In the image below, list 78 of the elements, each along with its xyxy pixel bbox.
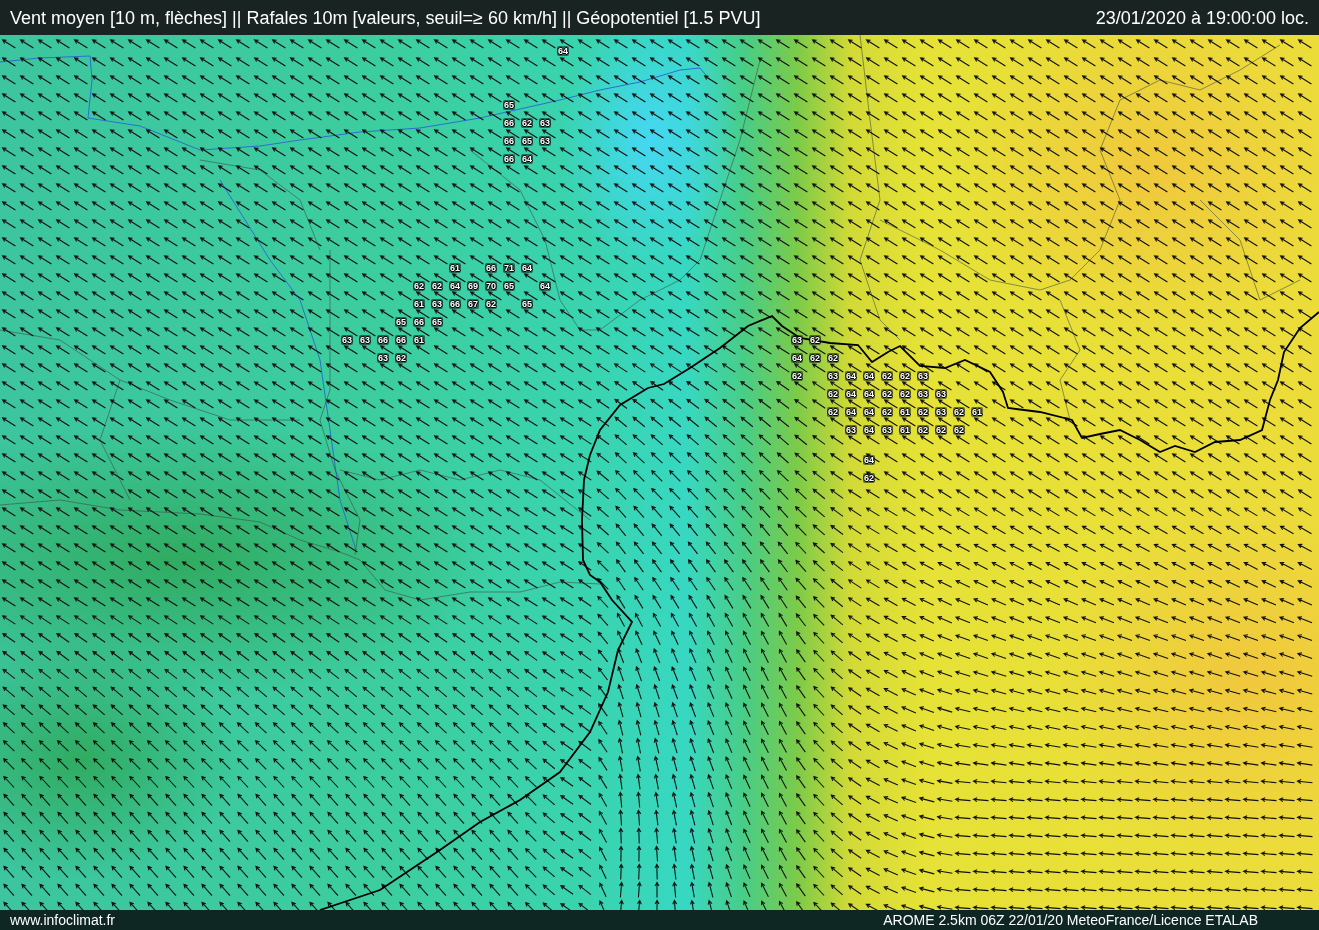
gust-value: 64	[791, 353, 803, 363]
gust-value: 62	[881, 389, 893, 399]
gust-value: 62	[881, 371, 893, 381]
gust-value: 61	[413, 299, 425, 309]
gust-value: 63	[431, 299, 443, 309]
gust-value: 62	[413, 281, 425, 291]
gust-value: 63	[917, 371, 929, 381]
gust-value: 63	[341, 335, 353, 345]
gust-value: 64	[845, 407, 857, 417]
gust-value: 62	[809, 335, 821, 345]
gust-value: 64	[449, 281, 461, 291]
gust-value: 69	[467, 281, 479, 291]
gust-value: 62	[827, 353, 839, 363]
gust-value: 66	[485, 263, 497, 273]
gust-value: 65	[395, 317, 407, 327]
gust-value: 63	[377, 353, 389, 363]
gust-value: 64	[863, 455, 875, 465]
gust-value: 62	[809, 353, 821, 363]
gust-value: 66	[413, 317, 425, 327]
forecast-datetime: 23/01/2020 à 19:00:00 loc.	[1095, 6, 1309, 29]
gust-value: 64	[521, 263, 533, 273]
gust-value: 63	[881, 425, 893, 435]
gust-value: 61	[413, 335, 425, 345]
gust-value: 62	[485, 299, 497, 309]
gust-value: 64	[557, 46, 569, 56]
gust-value: 65	[503, 100, 515, 110]
gust-value: 61	[899, 407, 911, 417]
gust-value: 66	[377, 335, 389, 345]
gust-value: 71	[503, 263, 515, 273]
gust-value: 62	[899, 389, 911, 399]
gust-value: 65	[521, 136, 533, 146]
gust-value: 64	[539, 281, 551, 291]
gust-value: 66	[503, 154, 515, 164]
map-title: Vent moyen [10 m, flèches] || Rafales 10m [valeurs, seuil=≥ 60 km/h] || Géopotentiel [1.5 PVU]	[10, 6, 761, 29]
gust-value: 61	[971, 407, 983, 417]
gust-value: 62	[827, 407, 839, 417]
gust-value: 62	[521, 118, 533, 128]
gust-value: 63	[359, 335, 371, 345]
gust-value: 64	[863, 371, 875, 381]
gust-value: 64	[845, 371, 857, 381]
gust-value: 66	[503, 136, 515, 146]
site-address: www.infoclimat.fr	[10, 911, 116, 929]
gust-value: 62	[791, 371, 803, 381]
gust-value: 64	[863, 407, 875, 417]
gust-value: 63	[539, 136, 551, 146]
gust-value: 70	[485, 281, 497, 291]
gust-value: 62	[395, 353, 407, 363]
gust-value: 62	[431, 281, 443, 291]
gust-value: 62	[953, 425, 965, 435]
gust-value: 66	[503, 118, 515, 128]
gust-value: 62	[863, 473, 875, 483]
gust-value: 66	[449, 299, 461, 309]
gust-value: 61	[449, 263, 461, 273]
gust-value: 61	[899, 425, 911, 435]
gust-value: 64	[845, 389, 857, 399]
gust-value: 62	[899, 371, 911, 381]
gust-value: 63	[827, 371, 839, 381]
gust-value: 64	[863, 425, 875, 435]
gust-value: 65	[503, 281, 515, 291]
gust-value: 64	[521, 154, 533, 164]
gust-value: 62	[827, 389, 839, 399]
gust-value: 65	[431, 317, 443, 327]
gust-value: 62	[917, 407, 929, 417]
gust-value: 67	[467, 299, 479, 309]
gust-value: 63	[917, 389, 929, 399]
gust-value: 62	[935, 425, 947, 435]
gust-value: 63	[845, 425, 857, 435]
gust-value: 63	[539, 118, 551, 128]
gust-value: 66	[395, 335, 407, 345]
gust-value: 62	[881, 407, 893, 417]
gust-value: 64	[863, 389, 875, 399]
gust-value: 63	[935, 389, 947, 399]
gust-value: 63	[935, 407, 947, 417]
gust-value: 62	[917, 425, 929, 435]
model-credit: AROME 2.5km 06Z 22/01/20 MeteoFrance/Licence ETALAB	[883, 911, 1258, 929]
gust-value: 63	[791, 335, 803, 345]
gust-value: 65	[521, 299, 533, 309]
gust-value: 62	[953, 407, 965, 417]
